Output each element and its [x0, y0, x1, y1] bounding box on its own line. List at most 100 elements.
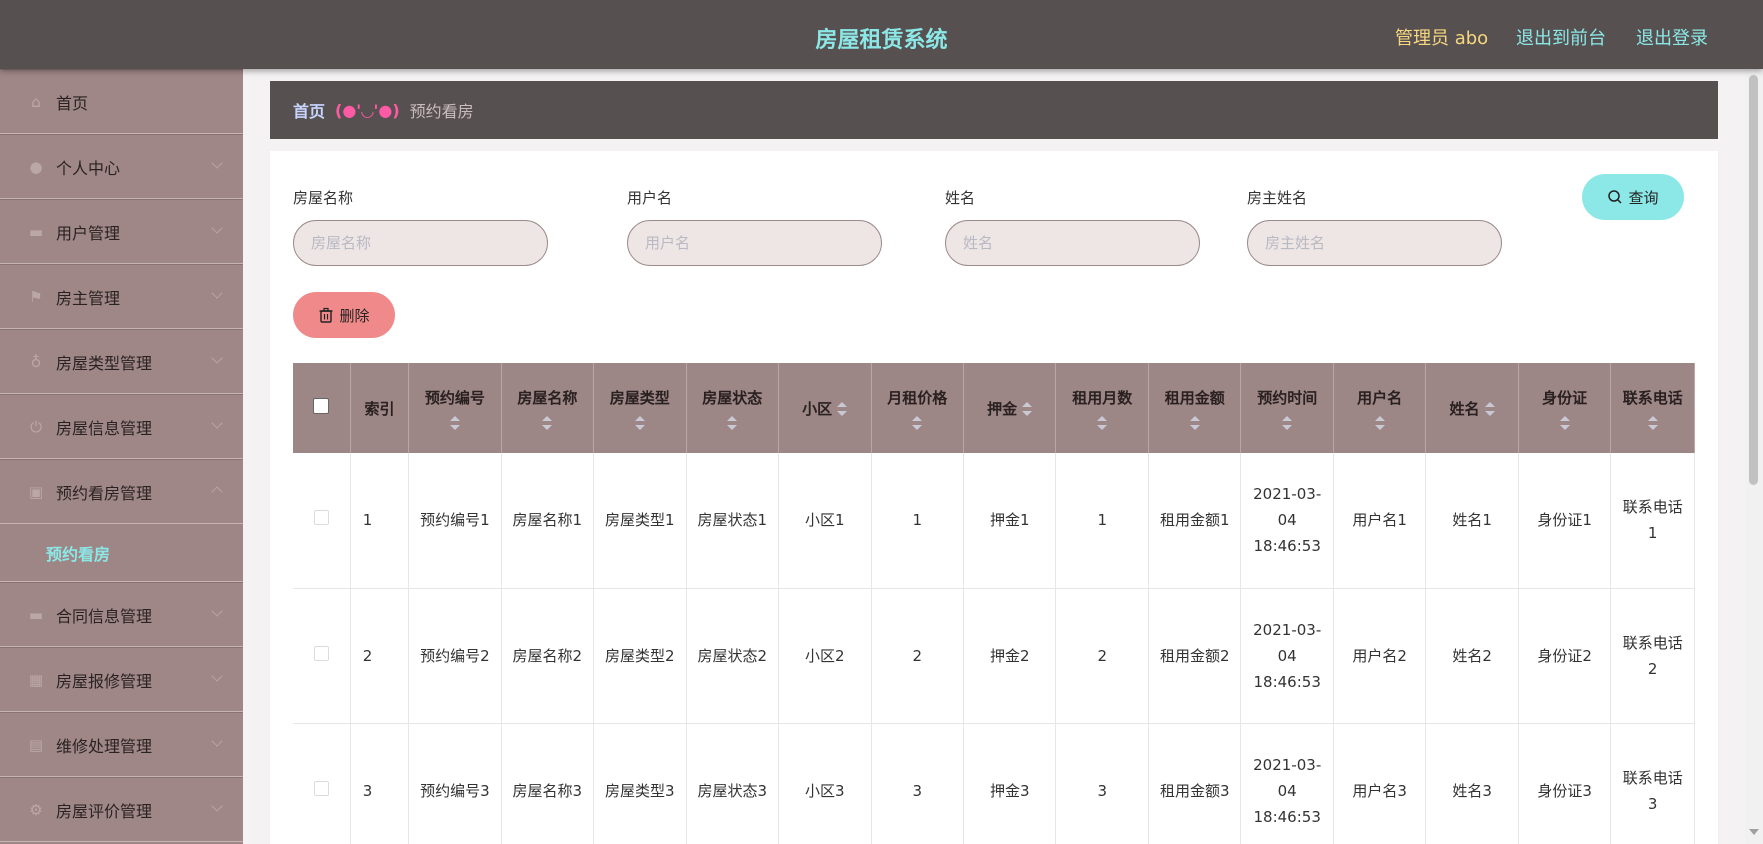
sidebar-item-contract-management[interactable]: ▬ 合同信息管理: [0, 582, 243, 647]
sidebar-item-repair-request-management[interactable]: ▦ 房屋报修管理: [0, 647, 243, 712]
sort-icon[interactable]: [1282, 415, 1293, 430]
column-header[interactable]: 房屋名称: [501, 363, 595, 453]
table-cell: 小区1: [778, 453, 872, 589]
row-checkbox[interactable]: [313, 645, 329, 661]
briefcase-icon: ▬: [28, 222, 44, 241]
column-header[interactable]: 用户名: [1333, 363, 1427, 453]
column-header-label: 联系电话: [1622, 388, 1683, 407]
sort-icon[interactable]: [1374, 415, 1385, 430]
sidebar-item-landlord-management[interactable]: ⚑ 房主管理: [0, 264, 243, 329]
sidebar-item-label: 个人中心: [56, 158, 121, 178]
sidebar-item-label: 首页: [56, 93, 89, 113]
table-cell: 小区3: [778, 723, 872, 844]
chevron-down-icon: [211, 670, 223, 682]
sort-icon[interactable]: [727, 415, 738, 430]
sidebar-item-label: 房屋信息管理: [56, 418, 153, 438]
house-name-label: 房屋名称: [293, 189, 354, 207]
sort-icon[interactable]: [1189, 415, 1200, 430]
table-cell: 联系电话2: [1610, 588, 1695, 724]
clipboard-icon: ▣: [28, 482, 44, 501]
name-input[interactable]: [945, 220, 1200, 266]
logout-link[interactable]: 退出登录: [1636, 24, 1708, 50]
calendar-icon: ▦: [28, 670, 44, 689]
sort-icon[interactable]: [1484, 402, 1495, 416]
sidebar-item-repair-processing-management[interactable]: ▤ 维修处理管理: [0, 712, 243, 777]
column-header-label: 索引: [364, 399, 395, 418]
sidebar-item-viewing-management[interactable]: ▣ 预约看房管理: [0, 459, 243, 524]
column-header[interactable]: 小区: [778, 363, 872, 453]
table-header-row: 索引 预约编号 房屋名称 房屋类型 房屋状态 小区 月租价格 押金 租用月数 租…: [293, 363, 1695, 453]
username-input[interactable]: [627, 220, 882, 266]
username-label: 用户名: [627, 189, 673, 207]
column-header[interactable]: 房屋状态: [686, 363, 780, 453]
column-header[interactable]: 联系电话: [1610, 363, 1695, 453]
table-cell: 房屋类型3: [593, 723, 687, 844]
column-header-label: 预约时间: [1257, 388, 1318, 407]
flag-icon: ⚑: [29, 287, 43, 306]
table-cell: 房屋名称2: [501, 588, 595, 724]
settings-icon: ⚙: [29, 800, 43, 819]
sidebar-item-home[interactable]: ⌂ 首页: [0, 69, 243, 134]
chevron-down-icon: [211, 735, 223, 747]
table-cell: 3: [1055, 723, 1149, 844]
column-header[interactable]: 身份证: [1518, 363, 1612, 453]
column-header: 索引: [350, 363, 410, 453]
column-header[interactable]: 租用金额: [1148, 363, 1242, 453]
table-cell: 姓名1: [1425, 453, 1519, 589]
table-cell: 联系电话3: [1610, 723, 1695, 844]
landlord-name-input[interactable]: [1247, 220, 1502, 266]
table-cell: 租用金额1: [1148, 453, 1242, 589]
breadcrumb-home[interactable]: 首页: [293, 98, 325, 122]
table-cell: 租用金额3: [1148, 723, 1242, 844]
table-cell: 房屋名称3: [501, 723, 595, 844]
sort-icon[interactable]: [837, 402, 848, 416]
column-header[interactable]: 预约编号: [408, 363, 502, 453]
sidebar-item-house-type-management[interactable]: ♁ 房屋类型管理: [0, 329, 243, 394]
column-header[interactable]: 预约时间: [1240, 363, 1334, 453]
app-title: 房屋租赁系统: [815, 28, 948, 53]
column-header[interactable]: 房屋类型: [593, 363, 687, 453]
sort-icon[interactable]: [912, 415, 923, 430]
table-cell: 3: [871, 723, 965, 844]
column-header[interactable]: 月租价格: [871, 363, 965, 453]
query-button[interactable]: 查询: [1582, 174, 1684, 220]
column-header-label: 身份证: [1542, 388, 1588, 407]
select-all-checkbox[interactable]: [313, 398, 330, 414]
delete-button[interactable]: 删除: [293, 292, 395, 338]
sort-icon[interactable]: [1647, 415, 1658, 430]
sort-icon[interactable]: [1097, 415, 1108, 430]
exit-to-front-link[interactable]: 退出到前台: [1516, 24, 1606, 50]
scroll-down-arrow-icon[interactable]: [1749, 829, 1759, 840]
chevron-up-icon: [211, 486, 223, 498]
top-header: 房屋租赁系统 管理员 abo 退出到前台 退出登录: [0, 0, 1763, 69]
column-header[interactable]: 押金: [963, 363, 1057, 453]
chevron-down-icon: [211, 417, 223, 429]
sidebar-item-house-info-management[interactable]: ⏻ 房屋信息管理: [0, 394, 243, 459]
table-icon: ▤: [28, 735, 44, 754]
row-checkbox[interactable]: [313, 780, 329, 796]
house-name-input[interactable]: [293, 220, 548, 266]
scrollbar-thumb[interactable]: [1749, 75, 1758, 485]
page-scrollbar[interactable]: [1745, 69, 1763, 844]
column-header[interactable]: 租用月数: [1055, 363, 1149, 453]
column-header[interactable]: 姓名: [1425, 363, 1519, 453]
sidebar-item-personal-center[interactable]: ● 个人中心: [0, 134, 243, 199]
column-header-label: 小区: [802, 399, 833, 418]
sidebar-item-review-management[interactable]: ⚙ 房屋评价管理: [0, 777, 243, 842]
table-cell: 2021-03-04 18:46:53: [1240, 723, 1334, 844]
table-row: 3 预约编号3 房屋名称3 房屋类型3 房屋状态3 小区3 3 押金3 3 租用…: [293, 723, 1695, 844]
sort-icon[interactable]: [1559, 415, 1570, 430]
sidebar-subitem-viewing[interactable]: 预约看房: [0, 524, 243, 582]
row-checkbox[interactable]: [313, 510, 329, 526]
sort-icon[interactable]: [449, 415, 460, 430]
sidebar-item-user-management[interactable]: ▬ 用户管理: [0, 199, 243, 264]
table-cell: 用户名3: [1333, 723, 1427, 844]
sort-icon[interactable]: [542, 415, 553, 430]
sidebar-item-label: 维修处理管理: [56, 736, 153, 756]
column-header-label: 月租价格: [887, 388, 948, 407]
query-button-label: 查询: [1628, 188, 1659, 207]
sort-icon[interactable]: [1022, 402, 1033, 416]
sort-icon[interactable]: [634, 415, 645, 430]
select-all-cell: [293, 363, 351, 453]
table-row: 2 预约编号2 房屋名称2 房屋类型2 房屋状态2 小区2 2 押金2 2 租用…: [293, 588, 1695, 724]
